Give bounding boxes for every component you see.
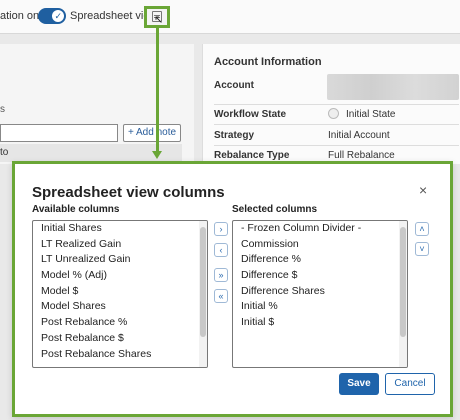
list-item[interactable]: Initial $ [233, 315, 407, 331]
row-key: Rebalance Type [214, 150, 290, 161]
row-value: Initial State [346, 109, 396, 120]
available-columns-list[interactable]: Initial Shares LT Realized Gain LT Unreali… [32, 220, 208, 368]
divider [214, 124, 459, 125]
list-item[interactable]: Initial % [233, 299, 407, 315]
check-icon: ✓ [54, 11, 62, 21]
list-item[interactable]: Post Rebalance $ [33, 331, 207, 347]
row-key: Workflow State [214, 109, 287, 120]
scrollbar[interactable] [199, 221, 207, 367]
scrollbar-thumb[interactable] [200, 227, 206, 337]
callout-arrowhead [152, 151, 162, 159]
close-icon[interactable]: × [419, 182, 427, 198]
spreadsheet-columns-dialog: Spreadsheet view columns × Available col… [12, 161, 453, 417]
move-right-button[interactable]: › [214, 222, 228, 236]
top-toolbar: ation only ✓ Spreadsheet view ↖ [0, 0, 460, 34]
scrollbar-thumb[interactable] [400, 227, 406, 337]
list-item[interactable]: Model % (Adj) [33, 268, 207, 284]
list-item[interactable]: Initial Shares [33, 221, 207, 237]
list-item[interactable]: - Frozen Column Divider - [233, 221, 407, 237]
save-button[interactable]: Save [339, 373, 379, 395]
callout-connector [156, 30, 159, 152]
row-key: Account [214, 80, 254, 91]
section-label: s [0, 104, 5, 115]
note-input[interactable] [0, 124, 118, 142]
scrollbar[interactable] [399, 221, 407, 367]
panel-title: Account Information [214, 56, 322, 68]
move-left-button[interactable]: ‹ [214, 243, 228, 257]
add-note-button[interactable]: + Add note [123, 124, 181, 142]
list-item[interactable]: Difference % [233, 252, 407, 268]
divider [214, 145, 459, 146]
divider [214, 104, 459, 105]
list-item[interactable]: LT Realized Gain [33, 237, 207, 253]
move-all-left-button[interactable]: « [214, 289, 228, 303]
selected-columns-label: Selected columns [232, 204, 318, 215]
list-item[interactable]: Commission [233, 237, 407, 253]
move-down-button[interactable]: ˅ [415, 242, 429, 256]
account-information-panel: Account Information Account Workflow Sta… [202, 44, 460, 164]
row-value: Initial Account [328, 130, 390, 141]
list-item[interactable]: Model $ [33, 284, 207, 300]
list-item[interactable]: Post Rebalance % [33, 315, 207, 331]
list-item[interactable]: Difference Shares [233, 284, 407, 300]
mouse-cursor-icon: ↖ [154, 14, 164, 26]
list-item[interactable]: Difference $ [233, 268, 407, 284]
list-item[interactable]: Model Shares [33, 299, 207, 315]
row-value: Full Rebalance [328, 150, 395, 161]
available-columns-label: Available columns [32, 204, 120, 215]
move-up-button[interactable]: ˄ [415, 222, 429, 236]
dialog-title: Spreadsheet view columns [32, 184, 225, 201]
selected-columns-list[interactable]: - Frozen Column Divider - Commission Diffe… [232, 220, 408, 368]
left-panel: s + Add note to [0, 44, 194, 164]
row-key: Strategy [214, 130, 255, 141]
radio-icon [328, 108, 339, 119]
cancel-button[interactable]: Cancel [385, 373, 435, 395]
redacted-value [327, 74, 459, 100]
spreadsheet-view-toggle[interactable]: ✓ [38, 8, 66, 24]
list-item[interactable]: Post Rebalance Shares [33, 347, 207, 363]
list-item[interactable]: LT Unrealized Gain [33, 252, 207, 268]
spreadsheet-columns-button[interactable]: ↖ [144, 6, 170, 28]
move-all-right-button[interactable]: » [214, 268, 228, 282]
